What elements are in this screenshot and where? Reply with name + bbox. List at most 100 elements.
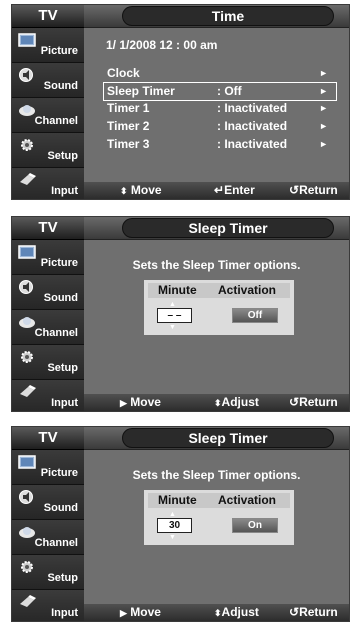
sidebar-item-input[interactable]: Input: [12, 590, 84, 621]
up-down-icon: ⬍: [120, 186, 128, 196]
triangle-down-icon[interactable]: ▼: [169, 324, 176, 331]
activation-header: Activation: [218, 283, 277, 297]
title-bar: Sleep Timer: [84, 427, 349, 450]
arrow-right-icon: ►: [319, 103, 328, 113]
return-icon: ↺: [289, 183, 300, 197]
hint-text: Sets the Sleep Timer options.: [132, 468, 301, 482]
sidebar-item-label: Channel: [34, 327, 78, 339]
activation-header: Activation: [218, 493, 277, 507]
sleep-timer-screen-off: TV Picture Sound Channel Setup Input Sle…: [11, 216, 350, 412]
sidebar-item-sound[interactable]: Sound: [12, 275, 84, 310]
setup-icon: [21, 351, 33, 363]
sidebar-item-label: Input: [51, 607, 78, 619]
sidebar-item-label: Setup: [47, 150, 78, 162]
menu-item-value: : Inactivated: [217, 119, 288, 133]
sidebar-item-setup[interactable]: Setup: [12, 345, 84, 380]
return-hint: ↺Return: [289, 183, 338, 197]
column-header: Minute Activation: [148, 283, 290, 298]
main-panel: Sleep Timer Sets the Sleep Timer options…: [84, 217, 349, 411]
sidebar-item-label: Sound: [43, 502, 78, 514]
picture-icon: [18, 245, 36, 259]
sidebar-item-label: Input: [51, 397, 78, 409]
return-icon: ↺: [289, 395, 300, 409]
sidebar-item-channel[interactable]: Channel: [12, 98, 84, 133]
triangle-up-icon[interactable]: ▲: [169, 301, 176, 308]
sound-icon: [19, 490, 33, 504]
menu-item-label: Sleep Timer: [107, 84, 175, 98]
setup-icon: [21, 561, 33, 573]
sidebar-item-label: Channel: [34, 115, 78, 127]
input-icon: [20, 595, 36, 607]
sidebar-header: TV: [12, 5, 84, 28]
setup-icon: [21, 139, 33, 151]
sound-icon: [19, 280, 33, 294]
time-menu-screen: TV Picture Sound Channel Setup Input Tim…: [11, 4, 350, 200]
sidebar-item-setup[interactable]: Setup: [12, 133, 84, 168]
activation-button[interactable]: Off: [232, 308, 278, 323]
sidebar-header: TV: [12, 217, 84, 240]
footer-bar: ▶ Move ⬍Adjust ↺Return: [84, 604, 349, 621]
sound-icon: [19, 68, 33, 82]
menu-item-timer-3[interactable]: Timer 3 : Inactivated ►: [104, 136, 336, 153]
move-hint: ⬍ Move: [120, 183, 162, 197]
sidebar-item-channel[interactable]: Channel: [12, 520, 84, 555]
sleep-timer-screen-on: TV Picture Sound Channel Setup Input Sle…: [11, 426, 350, 622]
page-title: Sleep Timer: [122, 428, 334, 448]
arrow-right-icon: ►: [319, 86, 328, 96]
sidebar-item-label: Setup: [47, 572, 78, 584]
minute-value-field[interactable]: – –: [157, 308, 192, 323]
menu-item-label: Clock: [107, 66, 140, 80]
triangle-down-icon[interactable]: ▼: [169, 534, 176, 541]
arrow-right-icon: ►: [319, 139, 328, 149]
sidebar-item-sound[interactable]: Sound: [12, 63, 84, 98]
sidebar-item-picture[interactable]: Picture: [12, 450, 84, 485]
menu-item-label: Timer 3: [107, 137, 150, 151]
menu-item-timer-1[interactable]: Timer 1 : Inactivated ►: [104, 100, 336, 117]
column-header: Minute Activation: [148, 493, 290, 508]
up-down-icon: ⬍: [214, 608, 222, 618]
sidebar-item-label: Input: [51, 185, 78, 197]
title-bar: Sleep Timer: [84, 217, 349, 240]
move-hint: ▶ Move: [120, 605, 161, 619]
minute-value-field[interactable]: 30: [157, 518, 192, 533]
main-panel: Time 1/ 1/2008 12 : 00 am Clock ► Sleep …: [84, 5, 349, 199]
sidebar-item-picture[interactable]: Picture: [12, 28, 84, 63]
page-title: Time: [122, 6, 334, 26]
input-icon: [20, 173, 36, 185]
arrow-right-icon: ►: [319, 68, 328, 78]
menu-item-clock[interactable]: Clock ►: [104, 65, 336, 82]
sidebar-item-picture[interactable]: Picture: [12, 240, 84, 275]
sidebar: TV Picture Sound Channel Setup Input: [12, 5, 84, 199]
title-bar: Time: [84, 5, 349, 28]
sidebar-item-sound[interactable]: Sound: [12, 485, 84, 520]
sidebar-item-label: Picture: [40, 257, 78, 269]
menu-item-label: Timer 2: [107, 119, 150, 133]
sidebar-item-label: Setup: [47, 362, 78, 374]
menu-item-sleep-timer[interactable]: Sleep Timer : Off ►: [103, 82, 337, 101]
sidebar: TV Picture Sound Channel Setup Input: [12, 427, 84, 621]
triangle-up-icon[interactable]: ▲: [169, 511, 176, 518]
page-title: Sleep Timer: [122, 218, 334, 238]
activation-button[interactable]: On: [232, 518, 278, 533]
sidebar-item-input[interactable]: Input: [12, 168, 84, 199]
up-down-icon: ⬍: [214, 398, 222, 408]
sidebar-item-label: Sound: [43, 292, 78, 304]
input-icon: [20, 385, 36, 397]
footer-bar: ▶ Move ⬍Adjust ↺Return: [84, 394, 349, 411]
return-hint: ↺Return: [289, 395, 338, 409]
sidebar-item-label: Picture: [40, 467, 78, 479]
enter-icon: ↵: [214, 183, 225, 197]
sidebar-header: TV: [12, 427, 84, 450]
sidebar-item-setup[interactable]: Setup: [12, 555, 84, 590]
menu-item-timer-2[interactable]: Timer 2 : Inactivated ►: [104, 118, 336, 135]
adjust-hint: ⬍Adjust: [214, 395, 259, 409]
return-icon: ↺: [289, 605, 300, 619]
minute-header: Minute: [158, 493, 197, 507]
sidebar: TV Picture Sound Channel Setup Input: [12, 217, 84, 411]
move-hint: ▶ Move: [120, 395, 161, 409]
sleep-timer-box: Minute Activation ▲ – – ▼ Off: [144, 280, 294, 335]
sidebar-item-input[interactable]: Input: [12, 380, 84, 411]
picture-icon: [18, 33, 36, 47]
sidebar-item-channel[interactable]: Channel: [12, 310, 84, 345]
picture-icon: [18, 455, 36, 469]
